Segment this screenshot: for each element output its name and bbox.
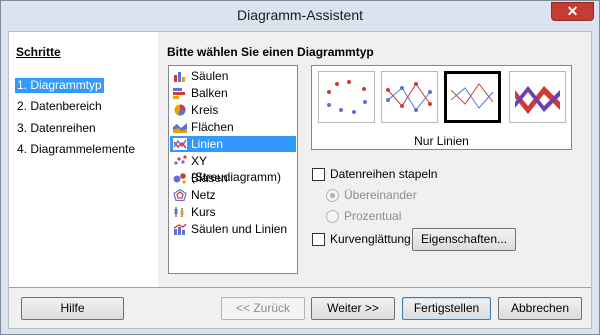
chart-type-lines[interactable]: Linien <box>170 136 296 152</box>
percent-radio <box>326 210 339 223</box>
help-button[interactable]: Hilfe <box>21 297 124 320</box>
cancel-button[interactable]: Abbrechen <box>498 297 582 320</box>
net-chart-icon <box>173 189 187 201</box>
stack-series-label: Datenreihen stapeln <box>330 167 438 181</box>
chart-wizard-window: Diagramm-Assistent ✕ Schritte 1. Diagram… <box>0 0 600 335</box>
back-button[interactable]: << Zurück <box>221 297 305 320</box>
chart-type-label: Blasen <box>191 171 228 185</box>
chart-variant-panel: Nur Linien <box>311 65 572 150</box>
chart-type-label: Säulen <box>191 69 229 83</box>
chart-type-label: Kreis <box>191 103 219 117</box>
chart-type-area[interactable]: Flächen <box>170 119 296 135</box>
3d-lines-icon <box>515 86 560 114</box>
on-top-label: Übereinander <box>344 188 417 202</box>
chart-type-label: Balken <box>191 86 228 100</box>
chart-type-label: Flächen <box>191 120 234 134</box>
next-button[interactable]: Weiter >> <box>311 297 395 320</box>
points-and-lines-icon <box>386 82 432 112</box>
bar-chart-icon <box>173 88 185 99</box>
chart-type-pie[interactable]: Kreis <box>170 102 296 118</box>
on-top-radio <box>326 189 339 202</box>
chart-type-bars[interactable]: Balken <box>170 85 296 101</box>
chart-type-list[interactable]: Säulen Balken Kreis Flächen Linien XY (S… <box>168 65 298 274</box>
chart-type-net[interactable]: Netz <box>170 187 296 203</box>
chart-type-label: Linien <box>191 137 224 151</box>
step-data-series[interactable]: 3. Datenreihen <box>15 121 98 136</box>
close-button[interactable]: ✕ <box>551 2 594 21</box>
on-top-option: Übereinander <box>312 188 472 203</box>
lines-only-icon <box>450 83 494 109</box>
line-chart-icon <box>173 138 187 150</box>
percent-label: Prozentual <box>344 209 402 223</box>
steps-panel: Schritte 1. Diagrammtyp 2. Datenbereich … <box>9 32 158 287</box>
title-bar[interactable]: Diagramm-Assistent ✕ <box>1 1 599 30</box>
finish-button[interactable]: Fertigstellen <box>402 297 491 320</box>
stock-chart-icon <box>174 207 184 217</box>
percent-option: Prozentual <box>312 209 472 224</box>
variant-points-only[interactable] <box>318 71 375 123</box>
step-chart-elements[interactable]: 4. Diagrammelemente <box>15 142 137 157</box>
chart-type-bubble[interactable]: Blasen <box>170 170 296 186</box>
variant-points-and-lines[interactable] <box>381 71 438 123</box>
steps-heading: Schritte <box>16 45 61 59</box>
chart-type-label: Kurs <box>191 205 216 219</box>
chart-type-scatter[interactable]: XY (Streudiagramm) <box>170 153 296 184</box>
smooth-label: Kurvenglättung <box>330 232 411 246</box>
variant-caption: Nur Linien <box>414 134 469 148</box>
step-chart-type[interactable]: 1. Diagrammtyp <box>15 78 104 93</box>
chart-type-column-line[interactable]: Säulen und Linien <box>170 221 296 237</box>
chart-type-stock[interactable]: Kurs <box>170 204 296 220</box>
bubble-chart-icon <box>173 173 186 184</box>
stack-series-checkbox[interactable] <box>312 168 325 181</box>
variant-3d-lines[interactable] <box>509 71 566 123</box>
footer-divider <box>9 287 591 288</box>
window-title: Diagramm-Assistent <box>236 7 364 23</box>
chart-type-label: Netz <box>191 188 216 202</box>
points-only-icon <box>327 80 367 114</box>
section-title: Bitte wählen Sie einen Diagrammtyp <box>167 45 374 59</box>
variant-lines-only[interactable] <box>444 71 501 123</box>
step-data-range[interactable]: 2. Datenbereich <box>15 99 104 114</box>
properties-button[interactable]: Eigenschaften... <box>412 228 516 251</box>
smooth-checkbox[interactable] <box>312 233 325 246</box>
chart-type-label: Säulen und Linien <box>191 222 288 236</box>
scatter-chart-icon <box>174 155 187 165</box>
column-chart-icon <box>174 72 185 82</box>
pie-chart-icon <box>174 104 186 116</box>
column-line-chart-icon <box>173 223 187 235</box>
dialog-client-area: Schritte 1. Diagrammtyp 2. Datenbereich … <box>8 31 592 329</box>
chart-type-columns[interactable]: Säulen <box>170 68 296 84</box>
stack-series-option[interactable]: Datenreihen stapeln <box>312 167 472 182</box>
area-chart-icon <box>173 123 187 133</box>
